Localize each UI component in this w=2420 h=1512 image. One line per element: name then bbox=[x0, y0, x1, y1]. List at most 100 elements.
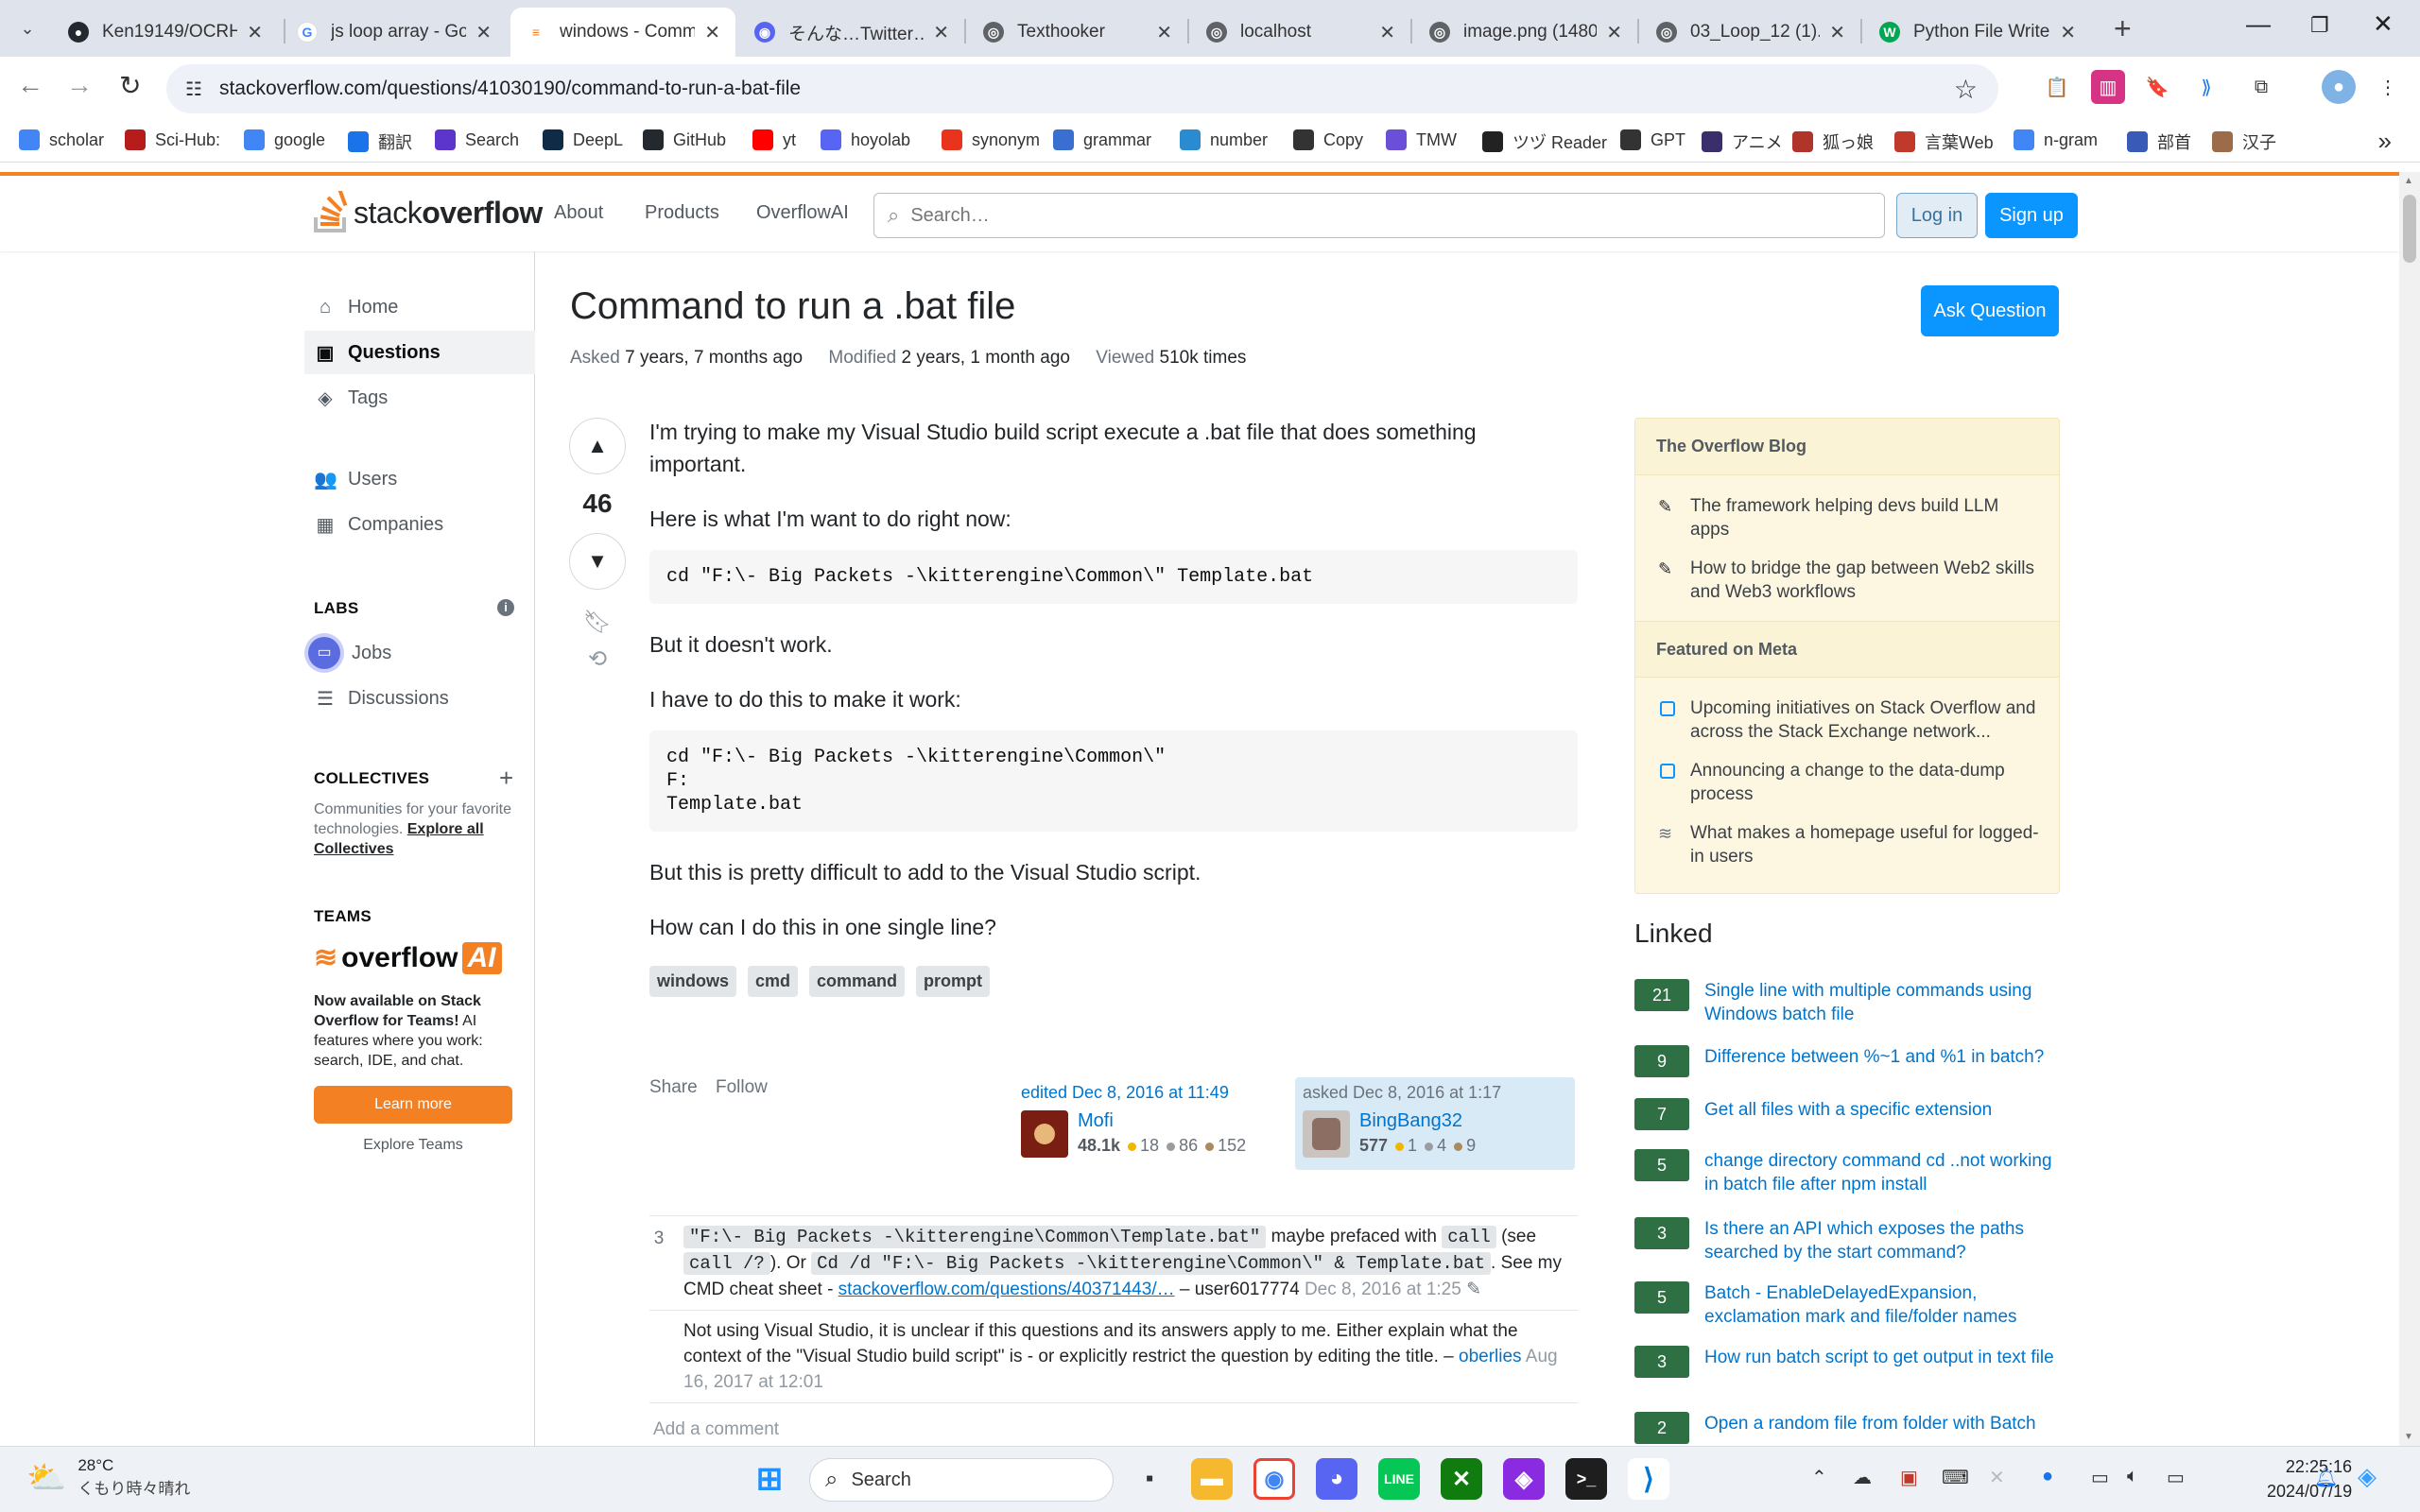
scroll-up-icon[interactable]: ▲ bbox=[2404, 176, 2413, 186]
bookmark-icon[interactable]: 🔖︎ bbox=[569, 609, 626, 636]
browser-tab[interactable]: ◎ Texthooker ✕ bbox=[968, 8, 1187, 57]
discord-icon[interactable]: ◕ bbox=[1316, 1458, 1357, 1500]
linked-question[interactable]: 2 Open a random file from folder with Bat… bbox=[1634, 1412, 2060, 1444]
kebab-menu-icon[interactable]: ⋮ bbox=[2371, 70, 2405, 104]
bookmark-item[interactable]: yt bbox=[752, 129, 796, 150]
profile-avatar-icon[interactable]: ● bbox=[2322, 70, 2356, 104]
restore-icon[interactable]: ❐ bbox=[2310, 13, 2329, 38]
linked-title[interactable]: Open a random file from folder with Batc… bbox=[1704, 1412, 2036, 1444]
back-arrow-icon[interactable]: ← bbox=[17, 70, 43, 100]
bookmark-item[interactable]: アニメ bbox=[1702, 129, 1783, 154]
ask-question-button[interactable]: Ask Question bbox=[1921, 285, 2059, 336]
tag-cmd[interactable]: cmd bbox=[748, 966, 799, 997]
browser-tab[interactable]: ● Ken19149/OCRH ✕ bbox=[53, 8, 278, 57]
linked-title[interactable]: Single line with multiple commands using… bbox=[1704, 979, 2060, 1026]
close-window-icon[interactable]: ✕ bbox=[2373, 9, 2394, 39]
browser-tab[interactable]: ◎ localhost ✕ bbox=[1191, 8, 1410, 57]
nav-companies[interactable]: ▦ Companies bbox=[304, 503, 535, 546]
close-tab-icon[interactable]: ✕ bbox=[933, 21, 949, 44]
linked-title[interactable]: Difference between %~1 and %1 in batch? bbox=[1704, 1045, 2044, 1077]
comment-date[interactable]: Dec 8, 2016 at 1:25 bbox=[1305, 1280, 1461, 1299]
user-name[interactable]: Mofi bbox=[1078, 1110, 1246, 1132]
more-bookmarks-icon[interactable]: » bbox=[2378, 127, 2392, 156]
close-tab-icon[interactable]: ✕ bbox=[1829, 21, 1845, 44]
copilot-icon[interactable]: ◈ bbox=[2358, 1462, 2377, 1491]
upvote-button[interactable]: ▲ bbox=[569, 418, 626, 474]
reload-icon[interactable]: ↻ bbox=[119, 70, 141, 101]
nav-discussions[interactable]: ☰ Discussions bbox=[304, 677, 535, 720]
nav-home[interactable]: ⌂ Home bbox=[304, 285, 535, 329]
line-icon[interactable]: LINE bbox=[1378, 1458, 1420, 1500]
chrome-icon[interactable]: ◉ bbox=[1253, 1458, 1295, 1500]
stackoverflow-logo[interactable]: stack overflow bbox=[312, 189, 543, 236]
bookmark-item[interactable]: ツヅ Reader bbox=[1482, 129, 1607, 154]
scroll-thumb[interactable] bbox=[2403, 195, 2416, 263]
avatar[interactable] bbox=[1021, 1110, 1068, 1158]
tab-search-chevron-icon[interactable]: ⌄ bbox=[11, 13, 43, 43]
close-tab-icon[interactable]: ✕ bbox=[475, 21, 492, 44]
close-tab-icon[interactable]: ✕ bbox=[2060, 21, 2076, 44]
bookmark-item[interactable]: synonym bbox=[942, 129, 1040, 150]
edited-link[interactable]: edited Dec 8, 2016 at 11:49 bbox=[1021, 1083, 1286, 1103]
comment-user[interactable]: user6017774 bbox=[1195, 1280, 1300, 1299]
taskbar-search[interactable]: ⌕ Search bbox=[809, 1458, 1114, 1502]
linked-question[interactable]: 7 Get all files with a specific extension bbox=[1634, 1098, 2060, 1130]
close-tab-icon[interactable]: ✕ bbox=[1606, 21, 1622, 44]
blog-item[interactable]: ✎ The framework helping devs build LLM a… bbox=[1635, 494, 2059, 541]
browser-tab[interactable]: ◉ そんな…Twitter…来 ✕ bbox=[739, 8, 964, 57]
linked-title[interactable]: change directory command cd ..not workin… bbox=[1704, 1149, 2060, 1196]
bookmark-item[interactable]: Copy bbox=[1293, 129, 1363, 150]
volume-icon[interactable]: 🔈︎ bbox=[2127, 1466, 2138, 1487]
tag-command[interactable]: command bbox=[809, 966, 906, 997]
site-search[interactable]: ⌕ bbox=[873, 193, 1885, 238]
close-tab-icon[interactable]: ✕ bbox=[1379, 21, 1395, 44]
close-tab-icon[interactable]: ✕ bbox=[704, 21, 720, 44]
new-tab-plus-icon[interactable]: + bbox=[2114, 11, 2132, 46]
nav-tags[interactable]: ◈ Tags bbox=[304, 376, 535, 420]
nav-products[interactable]: Products bbox=[645, 202, 719, 224]
notification-bell-icon[interactable]: 🔔︎ bbox=[2314, 1466, 2338, 1489]
close-tab-icon[interactable]: ✕ bbox=[247, 21, 263, 44]
terminal-icon[interactable]: >_ bbox=[1565, 1458, 1607, 1500]
comment-link[interactable]: stackoverflow.com/questions/40371443/… bbox=[838, 1280, 1175, 1299]
info-icon[interactable]: i bbox=[497, 599, 514, 616]
login-button[interactable]: Log in bbox=[1896, 193, 1978, 238]
linked-question[interactable]: 5 change directory command cd ..not worki… bbox=[1634, 1149, 2060, 1196]
bookmark-item[interactable]: n-gram bbox=[2014, 129, 2098, 150]
bookmark-item[interactable]: 言葉Web bbox=[1894, 129, 1994, 154]
avatar[interactable] bbox=[1303, 1110, 1350, 1158]
task-view-icon[interactable]: ▪ bbox=[1129, 1458, 1170, 1500]
bookmark-item[interactable]: GPT bbox=[1620, 129, 1685, 150]
bookmark-item[interactable]: number bbox=[1180, 129, 1268, 150]
follow-link[interactable]: Follow bbox=[716, 1077, 768, 1097]
display-icon[interactable]: ▭ bbox=[2091, 1466, 2109, 1489]
blog-item[interactable]: ✎ How to bridge the gap between Web2 ski… bbox=[1635, 557, 2059, 604]
linked-title[interactable]: Batch - EnableDelayedExpansion, exclamat… bbox=[1704, 1281, 2060, 1329]
browser-tab[interactable]: ◎ 03_Loop_12 (1).p ✕ bbox=[1641, 8, 1860, 57]
bookmark-item[interactable]: 部首 bbox=[2127, 129, 2191, 154]
browser-tab-active[interactable]: ≡ windows - Comm ✕ bbox=[510, 8, 735, 57]
bookmark-item[interactable]: hoyolab bbox=[821, 129, 910, 150]
nav-questions[interactable]: ▣ Questions bbox=[304, 331, 535, 374]
nav-about[interactable]: About bbox=[554, 202, 603, 224]
linked-question[interactable]: 5 Batch - EnableDelayedExpansion, exclama… bbox=[1634, 1281, 2060, 1329]
linked-title[interactable]: Get all files with a specific extension bbox=[1704, 1098, 1992, 1130]
bookmark-item[interactable]: TMW bbox=[1386, 129, 1457, 150]
weather-widget[interactable]: ⛅ 28°C くもり時々晴れ bbox=[26, 1456, 190, 1499]
extension-icon[interactable]: ▥ bbox=[2091, 70, 2125, 104]
nav-users[interactable]: 👥 Users bbox=[304, 457, 535, 501]
tag-windows[interactable]: windows bbox=[649, 966, 736, 997]
cast-icon[interactable]: ⟫ bbox=[2189, 70, 2223, 104]
bookmark-item[interactable]: Search bbox=[435, 129, 519, 150]
system-clock[interactable]: 22:25:16 2024/07/19 bbox=[2267, 1454, 2352, 1503]
close-tab-icon[interactable]: ✕ bbox=[1156, 21, 1172, 44]
onedrive-icon[interactable]: ☁ bbox=[1853, 1466, 1872, 1489]
file-explorer-icon[interactable]: ▬ bbox=[1191, 1458, 1233, 1500]
explore-teams-link[interactable]: Explore Teams bbox=[314, 1137, 512, 1154]
linked-title[interactable]: Is there an API which exposes the paths … bbox=[1704, 1217, 2060, 1264]
address-bar[interactable]: ☷ stackoverflow.com/questions/41030190/c… bbox=[166, 64, 1998, 113]
proton-icon[interactable]: ◈ bbox=[1503, 1458, 1545, 1500]
tray-app-icon[interactable]: ✕ bbox=[1989, 1466, 2005, 1489]
minimize-icon[interactable]: — bbox=[2246, 9, 2271, 39]
extensions-puzzle-icon[interactable]: ⧉ bbox=[2244, 70, 2278, 104]
